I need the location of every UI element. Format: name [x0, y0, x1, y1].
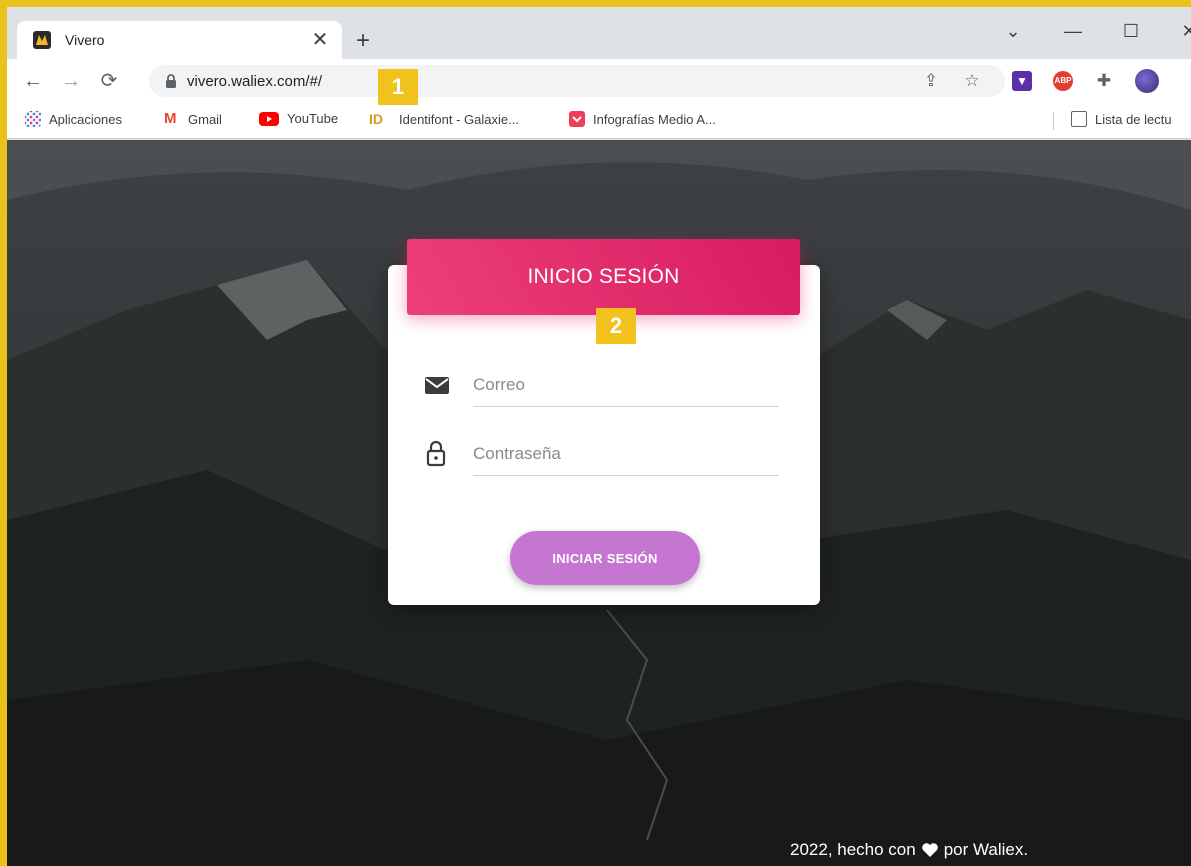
- bookmarks-bar: Aplicaciones M Gmail YouTube ID Identifo…: [7, 103, 1191, 139]
- forward-arrow-icon[interactable]: →: [59, 69, 83, 93]
- bookmark-youtube[interactable]: YouTube: [259, 111, 338, 126]
- footer-prefix: 2022, hecho con: [790, 840, 916, 859]
- url-text: vivero.waliex.com/#/: [187, 72, 323, 90]
- annotation-badge-1: 1: [378, 69, 418, 105]
- bookmark-identifont[interactable]: ID Identifont - Galaxie...: [369, 111, 519, 127]
- vivero-favicon-icon: [33, 31, 51, 49]
- adblock-plus-icon[interactable]: ABP: [1053, 71, 1073, 91]
- login-title: INICIO SESIÓN: [527, 265, 680, 288]
- lock-icon: [426, 440, 446, 467]
- password-field-group: [423, 432, 783, 482]
- reading-list-icon: [1071, 111, 1087, 127]
- bookmark-gmail[interactable]: M Gmail: [164, 111, 222, 127]
- email-input[interactable]: [473, 363, 779, 407]
- maximize-icon[interactable]: ☐: [1119, 21, 1143, 42]
- login-page: INICIO SESIÓN INICIAR SESIÓN 2022, hecho…: [7, 140, 1191, 866]
- browser-toolbar: ← → ⟳ vivero.waliex.com/#/ ⇪ ☆ ▼ ABP ✚: [7, 59, 1191, 103]
- tab-title: Vivero: [65, 32, 105, 48]
- address-bar[interactable]: vivero.waliex.com/#/: [149, 65, 1005, 97]
- bookmark-reading-list[interactable]: Lista de lectu: [1071, 111, 1172, 127]
- login-button[interactable]: INICIAR SESIÓN: [510, 531, 700, 585]
- back-arrow-icon[interactable]: ←: [21, 69, 45, 93]
- window-close-icon[interactable]: ✕: [1177, 21, 1191, 42]
- login-card-header: INICIO SESIÓN: [407, 239, 800, 315]
- tab-close-icon[interactable]: ✕: [310, 30, 330, 50]
- footer: 2022, hecho con por Waliex.: [790, 840, 1028, 860]
- extensions-puzzle-icon[interactable]: ✚: [1094, 71, 1114, 91]
- password-input[interactable]: [473, 432, 779, 476]
- youtube-icon: [259, 111, 279, 126]
- envelope-icon: [425, 377, 449, 394]
- bookmark-infografias[interactable]: Infografías Medio A...: [569, 111, 716, 127]
- footer-suffix: por Waliex.: [943, 840, 1029, 859]
- heart-icon: [921, 843, 938, 857]
- profile-avatar[interactable]: [1135, 69, 1159, 93]
- tab-vivero[interactable]: Vivero ✕: [17, 21, 342, 59]
- browser-window: Vivero ✕ + ⌄ — ☐ ✕ ← → ⟳ vivero.waliex.c…: [7, 7, 1191, 866]
- identifont-icon: ID: [369, 111, 383, 127]
- reload-icon[interactable]: ⟳: [97, 69, 121, 93]
- new-tab-button[interactable]: +: [351, 29, 375, 53]
- gmail-icon: M: [164, 110, 177, 127]
- annotation-badge-2: 2: [596, 308, 636, 344]
- bookmark-divider: [1053, 112, 1054, 130]
- bookmark-star-icon[interactable]: ☆: [962, 71, 982, 91]
- lock-icon: [166, 74, 176, 88]
- tab-search-icon[interactable]: ⌄: [1001, 21, 1025, 42]
- share-icon[interactable]: ⇪: [921, 71, 941, 91]
- minimize-icon[interactable]: —: [1061, 21, 1085, 42]
- email-field-group: [423, 363, 783, 413]
- tab-strip: Vivero ✕ + ⌄ — ☐ ✕: [7, 7, 1191, 59]
- pocket-icon: [569, 111, 585, 127]
- apps-grid-icon: [25, 111, 41, 127]
- extension-1-icon[interactable]: ▼: [1012, 71, 1032, 91]
- bookmark-aplicaciones[interactable]: Aplicaciones: [25, 111, 122, 127]
